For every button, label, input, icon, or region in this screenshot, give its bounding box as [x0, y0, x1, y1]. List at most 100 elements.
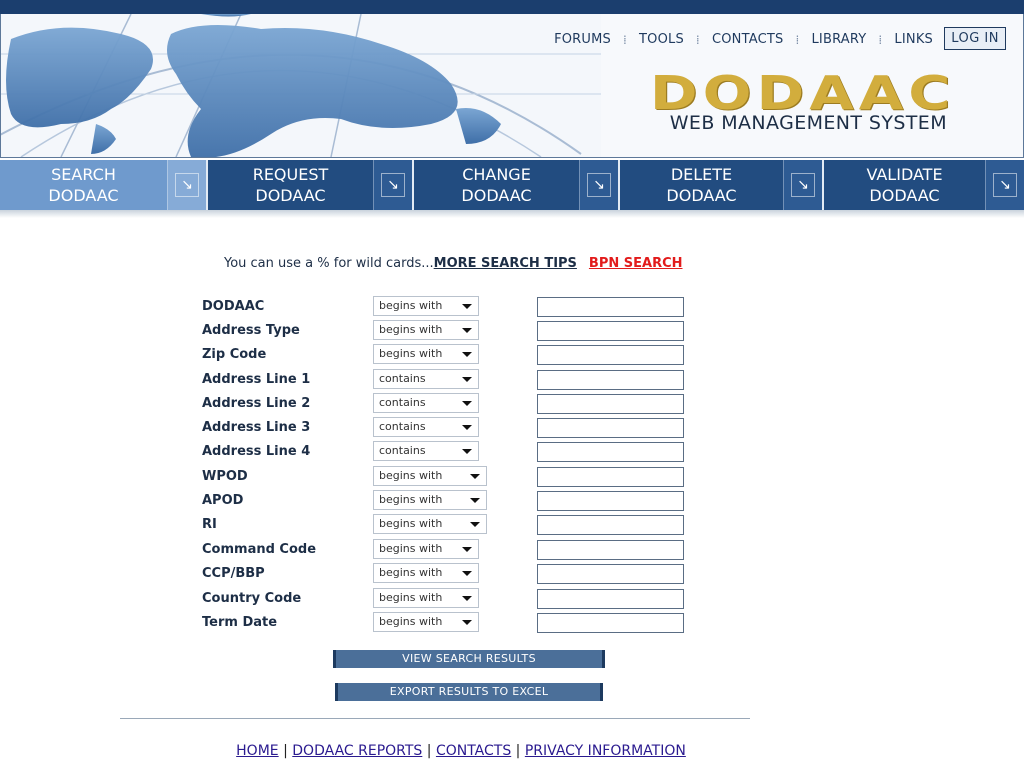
- wildcard-tip: You can use a % for wild cards...: [224, 256, 434, 271]
- field-input[interactable]: [537, 613, 684, 633]
- operator-select[interactable]: contains: [373, 369, 479, 389]
- field-row-command-code: Command Code begins with: [202, 539, 684, 561]
- field-row-country-code: Country Code begins with: [202, 588, 684, 610]
- tab-label: VALIDATE DODAAC: [866, 165, 943, 205]
- field-input[interactable]: [537, 515, 684, 535]
- bpn-search-link[interactable]: BPN SEARCH: [589, 256, 683, 271]
- brand-subtitle: WEB MANAGEMENT SYSTEM: [669, 112, 947, 134]
- tab-request-dodaac[interactable]: REQUEST DODAAC ↘: [208, 160, 414, 210]
- field-row-ccp-bbp: CCP/BBP begins with: [202, 563, 684, 585]
- field-row-wpod: WPOD begins with: [202, 466, 684, 488]
- nav-contacts[interactable]: CONTACTS: [712, 32, 784, 47]
- nav-separator: ⁞: [878, 32, 883, 47]
- operator-select[interactable]: begins with: [373, 612, 479, 632]
- field-input[interactable]: [537, 442, 684, 462]
- footer-contacts-link[interactable]: CONTACTS: [436, 743, 511, 759]
- field-input[interactable]: [537, 418, 684, 438]
- field-label: Zip Code: [202, 347, 267, 362]
- tab-change-dodaac[interactable]: CHANGE DODAAC ↘: [414, 160, 620, 210]
- dropdown-caret-icon: [462, 328, 472, 333]
- dropdown-caret-icon: [462, 377, 472, 382]
- site-header: FORUMS ⁞ TOOLS ⁞ CONTACTS ⁞ LIBRARY ⁞ LI…: [0, 14, 1024, 158]
- dropdown-caret-icon: [462, 352, 472, 357]
- login-button[interactable]: LOG IN: [944, 27, 1006, 50]
- footer-separator: |: [515, 743, 521, 759]
- tab-label: CHANGE DODAAC: [461, 165, 532, 205]
- divider: [120, 718, 750, 719]
- footer-separator: |: [426, 743, 432, 759]
- nav-links[interactable]: LINKS: [894, 32, 933, 47]
- operator-select[interactable]: begins with: [373, 320, 479, 340]
- field-row-address-line-1: Address Line 1 contains: [202, 369, 684, 391]
- nav-separator: ⁞: [695, 32, 700, 47]
- footer-links: HOME | DODAAC REPORTS | CONTACTS | PRIVA…: [0, 743, 922, 759]
- arrow-down-right-icon: ↘: [579, 160, 618, 210]
- tab-label: SEARCH DODAAC: [48, 165, 119, 205]
- tab-label: REQUEST DODAAC: [252, 165, 329, 205]
- field-label: Command Code: [202, 542, 317, 557]
- dropdown-caret-icon: [470, 498, 480, 503]
- field-label: CCP/BBP: [202, 566, 265, 581]
- field-input[interactable]: [537, 589, 684, 609]
- field-input[interactable]: [537, 467, 684, 487]
- tab-delete-dodaac[interactable]: DELETE DODAAC ↘: [620, 160, 824, 210]
- field-label: Country Code: [202, 591, 302, 606]
- operator-select[interactable]: begins with: [373, 344, 479, 364]
- footer-home-link[interactable]: HOME: [236, 743, 278, 759]
- field-input[interactable]: [537, 491, 684, 511]
- field-input[interactable]: [537, 564, 684, 584]
- arrow-down-right-icon: ↘: [985, 160, 1024, 210]
- field-row-ri: RI begins with: [202, 514, 684, 536]
- operator-select[interactable]: contains: [373, 393, 479, 413]
- field-row-apod: APOD begins with: [202, 490, 684, 512]
- top-nav: FORUMS ⁞ TOOLS ⁞ CONTACTS ⁞ LIBRARY ⁞ LI…: [554, 32, 933, 47]
- nav-separator: ⁞: [795, 32, 800, 47]
- dropdown-caret-icon: [470, 522, 480, 527]
- field-input[interactable]: [537, 370, 684, 390]
- footer-separator: |: [283, 743, 288, 759]
- operator-select[interactable]: contains: [373, 441, 479, 461]
- footer-dodaac-reports-link[interactable]: DODAAC REPORTS: [292, 743, 422, 759]
- field-label: Address Type: [202, 323, 300, 338]
- tab-validate-dodaac[interactable]: VALIDATE DODAAC ↘: [824, 160, 1024, 210]
- field-input[interactable]: [537, 321, 684, 341]
- dropdown-caret-icon: [462, 620, 472, 625]
- field-label: APOD: [202, 493, 244, 508]
- tab-search-dodaac[interactable]: SEARCH DODAAC ↘: [0, 160, 208, 210]
- field-row-address-type: Address Type begins with: [202, 320, 684, 342]
- dropdown-caret-icon: [462, 401, 472, 406]
- field-label: Address Line 4: [202, 444, 311, 459]
- operator-select[interactable]: begins with: [373, 490, 487, 510]
- nav-library[interactable]: LIBRARY: [811, 32, 866, 47]
- view-search-results-button[interactable]: VIEW SEARCH RESULTS: [333, 650, 605, 668]
- nav-tools[interactable]: TOOLS: [639, 32, 684, 47]
- field-input[interactable]: [537, 297, 684, 317]
- operator-select[interactable]: begins with: [373, 588, 479, 608]
- field-label: Address Line 1: [202, 372, 311, 387]
- dropdown-caret-icon: [462, 547, 472, 552]
- field-row-term-date: Term Date begins with: [202, 612, 684, 634]
- operator-select[interactable]: begins with: [373, 466, 487, 486]
- operator-select[interactable]: begins with: [373, 514, 487, 534]
- nav-separator: ⁞: [623, 32, 628, 47]
- dropdown-caret-icon: [470, 474, 480, 479]
- field-input[interactable]: [537, 345, 684, 365]
- field-row-address-line-3: Address Line 3 contains: [202, 417, 684, 439]
- operator-select[interactable]: begins with: [373, 539, 479, 559]
- dropdown-caret-icon: [462, 571, 472, 576]
- dropdown-caret-icon: [462, 596, 472, 601]
- operator-select[interactable]: begins with: [373, 563, 479, 583]
- tab-label: DELETE DODAAC: [666, 165, 737, 205]
- footer-privacy-link[interactable]: PRIVACY INFORMATION: [525, 743, 686, 759]
- globe-map-graphic: [1, 14, 601, 157]
- export-results-button[interactable]: EXPORT RESULTS TO EXCEL: [335, 683, 603, 701]
- field-label: Address Line 2: [202, 396, 311, 411]
- operator-select[interactable]: contains: [373, 417, 479, 437]
- field-input[interactable]: [537, 540, 684, 560]
- search-tips: You can use a % for wild cards...MORE SE…: [224, 256, 683, 271]
- operator-select[interactable]: begins with: [373, 296, 479, 316]
- dropdown-caret-icon: [462, 449, 472, 454]
- nav-forums[interactable]: FORUMS: [554, 32, 611, 47]
- field-input[interactable]: [537, 394, 684, 414]
- more-search-tips-link[interactable]: MORE SEARCH TIPS: [434, 256, 577, 271]
